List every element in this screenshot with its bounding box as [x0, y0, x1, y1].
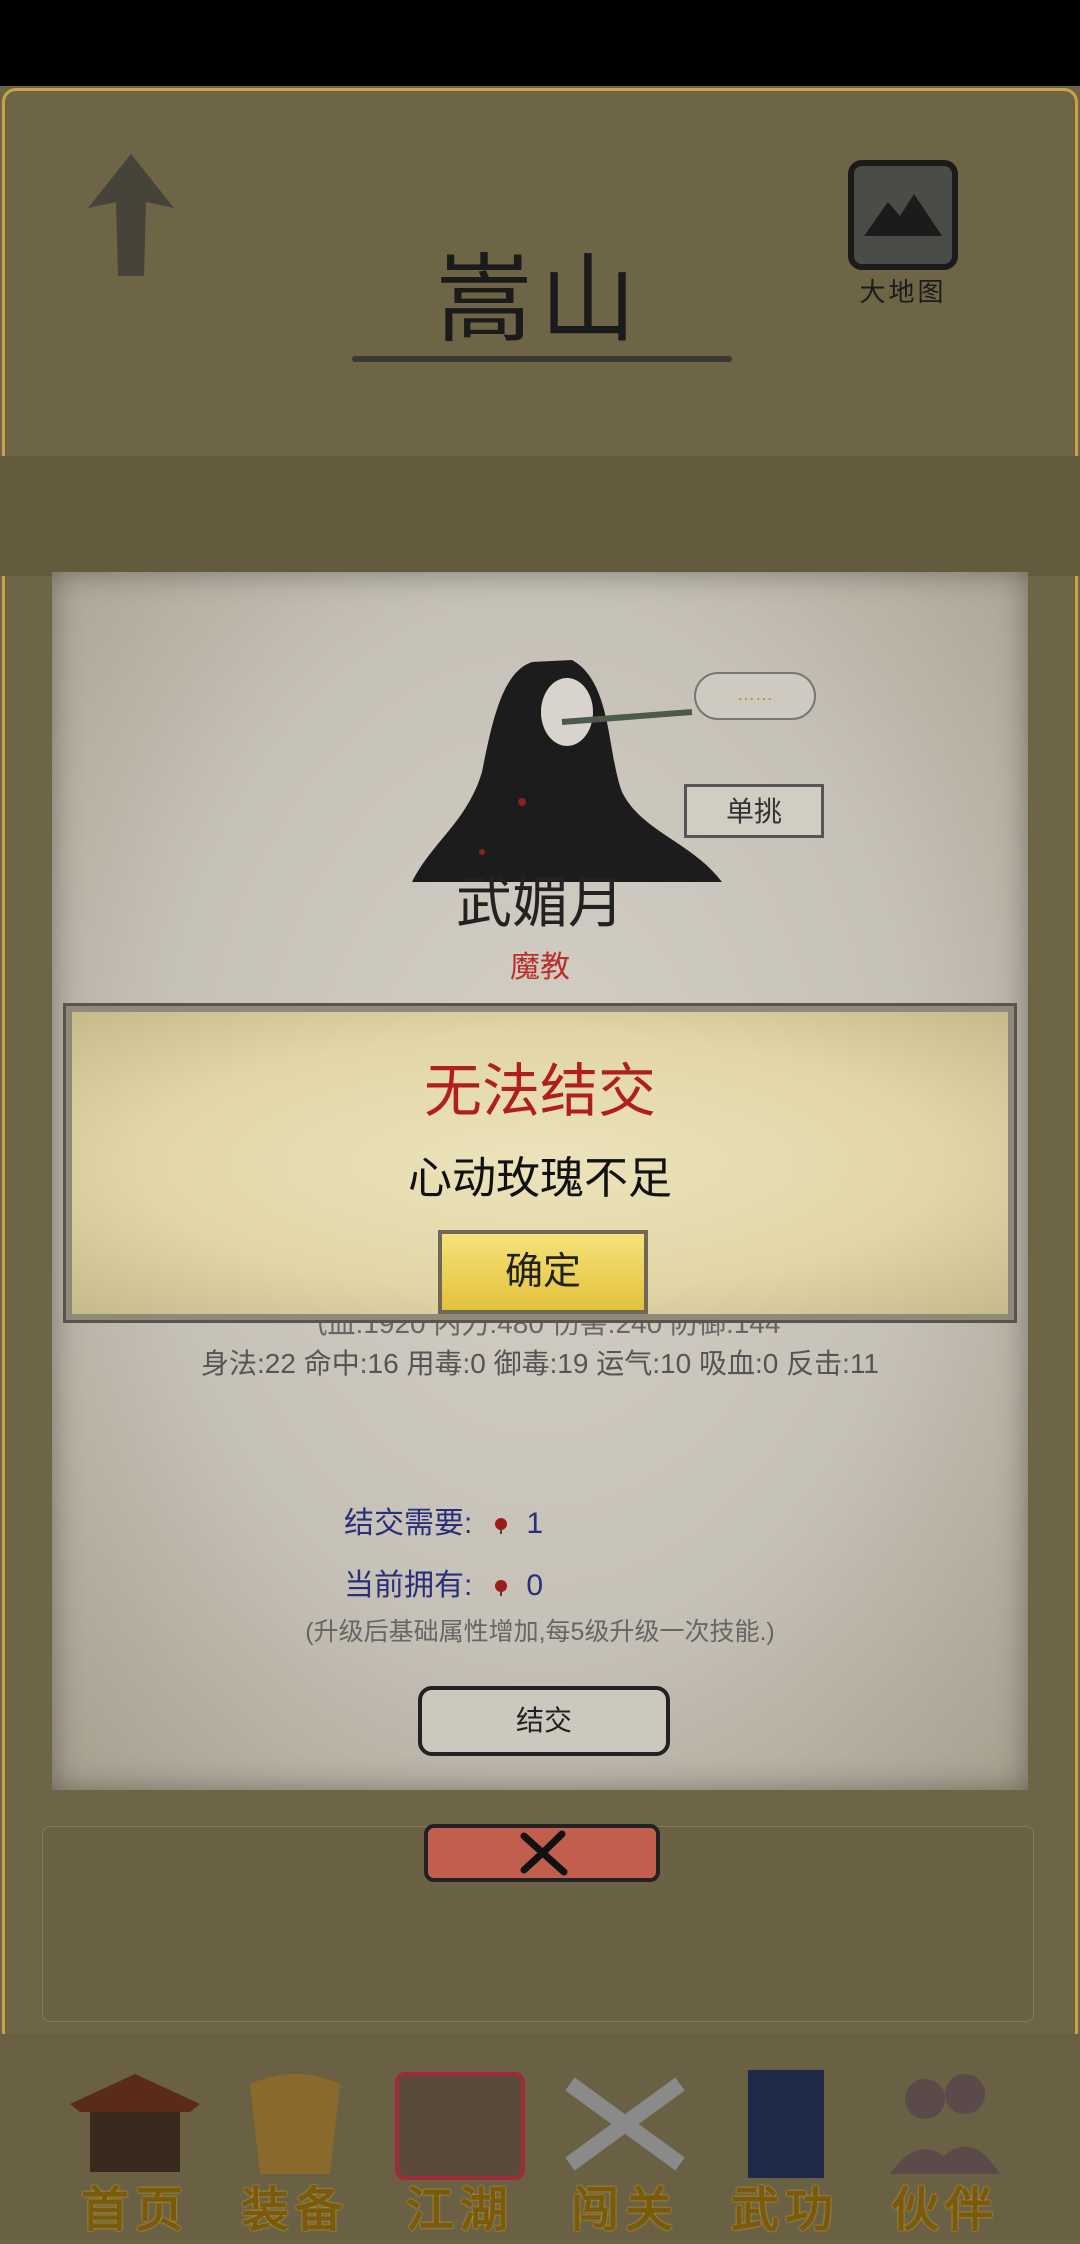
- alert-dialog: 无法结交 心动玫瑰不足 确定: [66, 1006, 1014, 1320]
- befriend-requirement: 结交需要: 1: [344, 1498, 543, 1542]
- nav-label-equipment: 装备: [240, 2182, 349, 2238]
- nav-label-companions: 伙伴: [890, 2182, 999, 2238]
- alert-message: 心动玫瑰不足: [408, 1153, 672, 1204]
- world-map-button[interactable]: [848, 160, 958, 270]
- befriend-requirement-value: 1: [526, 1507, 544, 1540]
- speech-bubble: ……: [694, 672, 816, 720]
- close-button[interactable]: [424, 1824, 660, 1882]
- owned-roses: 当前拥有: 0: [344, 1560, 543, 1604]
- confirm-button[interactable]: 确定: [438, 1230, 648, 1314]
- npc-name: 武媚月: [456, 871, 624, 936]
- befriend-button[interactable]: 结交: [418, 1686, 670, 1756]
- npc-stats-secondary: 身法:22 命中:16 用毒:0 御毒:19 运气:10 吸血:0 反击:11: [201, 1348, 879, 1379]
- nav-item-equipment[interactable]: 装备: [220, 2064, 370, 2238]
- close-icon: [520, 1830, 568, 1876]
- nav-label-jianghu: 江湖: [405, 2182, 514, 2238]
- page-title: 嵩山: [436, 244, 644, 356]
- crossed-swords-icon: [565, 2077, 685, 2171]
- up-arrow-icon[interactable]: [86, 150, 176, 280]
- companions-icon: [890, 2074, 1000, 2174]
- temple-icon: [70, 2074, 200, 2172]
- befriend-requirement-label: 结交需要:: [344, 1507, 473, 1540]
- duel-button[interactable]: 单挑: [684, 784, 824, 838]
- scene-strip: [0, 456, 1080, 576]
- nav-item-companions[interactable]: 伙伴: [870, 2064, 1020, 2238]
- nav-item-martial-arts[interactable]: 武功: [710, 2064, 860, 2238]
- mountain-icon: [864, 194, 942, 236]
- scroll-map-icon: [395, 2072, 525, 2180]
- nav-label-challenge: 闯关: [570, 2182, 679, 2238]
- bottom-nav: 首页 装备 江湖 闯关 武功 伙伴: [0, 2034, 1080, 2240]
- npc-faction: 魔教: [510, 951, 570, 984]
- status-bar: [0, 0, 1080, 86]
- nav-item-home[interactable]: 首页: [60, 2064, 210, 2238]
- book-icon: [748, 2070, 824, 2178]
- rose-icon: [495, 1580, 508, 1597]
- nav-label-home: 首页: [80, 2182, 189, 2238]
- nav-label-martial-arts: 武功: [730, 2182, 839, 2238]
- upgrade-note: (升级后基础属性增加,每5级升级一次技能.): [305, 1618, 775, 1646]
- rose-icon: [495, 1518, 508, 1535]
- alert-title: 无法结交: [423, 1057, 656, 1125]
- world-map-label: 大地图: [859, 278, 947, 308]
- title-divider: [352, 356, 732, 362]
- owned-roses-value: 0: [526, 1569, 544, 1602]
- armor-icon: [250, 2074, 340, 2174]
- npc-portrait: [412, 660, 722, 882]
- nav-item-jianghu[interactable]: 江湖: [385, 2064, 535, 2238]
- nav-item-challenge[interactable]: 闯关: [550, 2064, 700, 2238]
- owned-roses-label: 当前拥有:: [344, 1569, 473, 1602]
